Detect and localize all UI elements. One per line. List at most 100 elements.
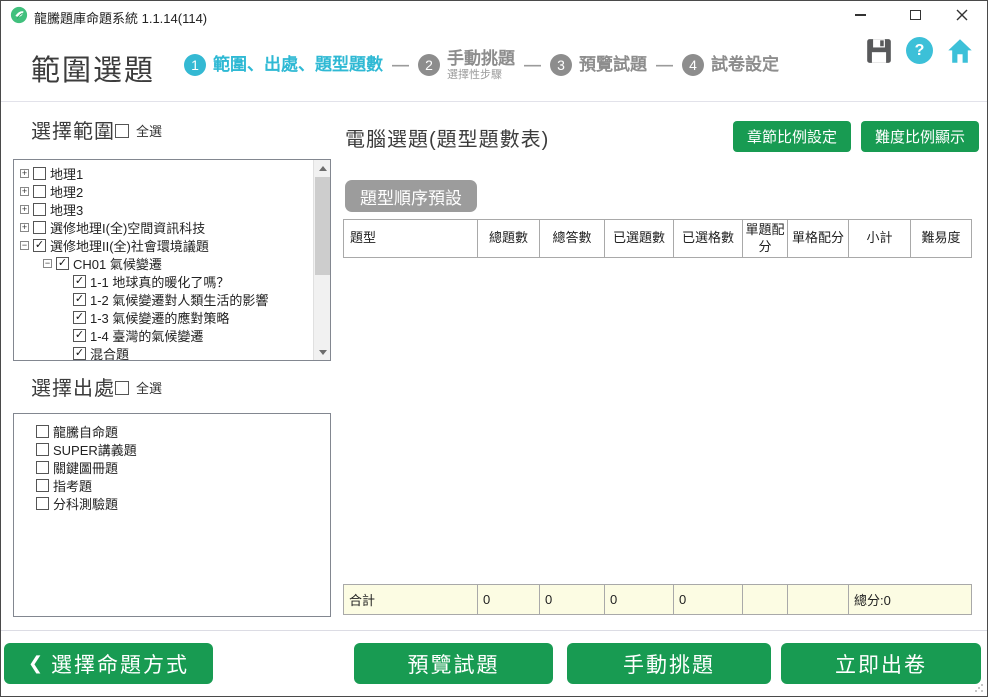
preview-questions-button[interactable]: 預覽試題 <box>354 643 553 684</box>
tree-item-checkbox[interactable] <box>33 203 46 216</box>
minimize-button[interactable] <box>843 1 877 29</box>
source-checkbox[interactable] <box>36 461 49 474</box>
col-question-type: 題型 <box>344 220 478 258</box>
computer-select-title: 電腦選題(題型題數表) <box>345 123 549 152</box>
totals-label: 合計 <box>344 585 478 615</box>
tree-scrollbar[interactable] <box>313 160 330 360</box>
range-section-title: 選擇範圍 <box>31 115 115 144</box>
step-4-number: 4 <box>682 54 704 76</box>
list-item[interactable]: 關鍵圖冊題 <box>14 458 330 476</box>
tree-item[interactable]: + 地理2 <box>14 182 330 200</box>
close-icon <box>956 9 968 21</box>
expand-toggle-icon[interactable]: − <box>43 259 52 268</box>
list-item[interactable]: 指考題 <box>14 476 330 494</box>
col-selected-questions: 已選題數 <box>605 220 674 258</box>
tree-item-checkbox[interactable]: ✓ <box>73 329 86 342</box>
range-select-all[interactable]: 全選 <box>115 121 162 140</box>
bottom-divider <box>1 630 987 631</box>
list-item[interactable]: 分科測驗題 <box>14 494 330 512</box>
back-to-mode-button[interactable]: ❮ 選擇命題方式 <box>4 643 213 684</box>
tree-item[interactable]: ✓ 1-2 氣候變遷對人類生活的影響 <box>14 290 330 308</box>
source-label: 指考題 <box>53 476 92 495</box>
step-2-manual-pick: 2 手動挑題 選擇性步驟 <box>418 49 515 81</box>
save-button[interactable] <box>866 38 892 64</box>
scroll-up-icon[interactable] <box>314 160 331 176</box>
list-item[interactable]: 龍騰自命題 <box>14 422 330 440</box>
tree-item-label: 混合題 <box>90 344 129 362</box>
tree-item[interactable]: ✓ 1-4 臺灣的氣候變遷 <box>14 326 330 344</box>
tree-item-checkbox[interactable]: ✓ <box>73 275 86 288</box>
tree-item-label: 地理3 <box>50 200 83 219</box>
source-section-title: 選擇出處 <box>31 372 115 401</box>
scroll-down-icon[interactable] <box>314 344 331 360</box>
totals-row-table: 合計 0 0 0 0 總分:0 <box>343 584 972 615</box>
page-title: 範圍選題 <box>31 47 155 89</box>
expand-toggle-icon[interactable]: − <box>20 241 29 250</box>
tree-item-checkbox[interactable] <box>33 221 46 234</box>
tree-item-checkbox[interactable] <box>33 167 46 180</box>
difficulty-ratio-button[interactable]: 難度比例顯示 <box>861 121 979 152</box>
range-tree: + 地理1 + 地理2 + 地理3 + 選修地理I(全)空間資訊科技 − ✓ 選… <box>13 159 331 361</box>
source-select-all-checkbox[interactable] <box>115 381 129 395</box>
total-score-value: 總分:0 <box>849 585 972 615</box>
tree-item[interactable]: − ✓ CH01 氣候變遷 <box>14 254 330 272</box>
source-select-all-label: 全選 <box>136 378 162 397</box>
expand-toggle-icon[interactable]: + <box>20 223 29 232</box>
manual-pick-button[interactable]: 手動挑題 <box>567 643 771 684</box>
wizard-stepper: 1 範圍、出處、題型題數 — 2 手動挑題 選擇性步驟 — 3 預覽試題 — 4… <box>184 43 779 87</box>
chapter-ratio-button[interactable]: 章節比例設定 <box>733 121 851 152</box>
home-button[interactable] <box>947 38 973 64</box>
maximize-button[interactable] <box>898 1 932 29</box>
tree-item[interactable]: ✓ 1-3 氣候變遷的應對策略 <box>14 308 330 326</box>
expand-toggle-icon[interactable]: + <box>20 169 29 178</box>
step-2-label: 手動挑題 <box>447 49 515 69</box>
tree-item[interactable]: + 地理1 <box>14 164 330 182</box>
app-logo-icon <box>10 6 28 24</box>
source-checkbox[interactable] <box>36 479 49 492</box>
source-checkbox[interactable] <box>36 425 49 438</box>
range-select-all-checkbox[interactable] <box>115 124 129 138</box>
resize-grip[interactable] <box>974 683 984 693</box>
app-window: 龍騰題庫命題系統 1.1.14(114) 範圍選題 1 範圍、出處、題型題數 —… <box>0 0 988 697</box>
tree-item-checkbox[interactable]: ✓ <box>73 347 86 360</box>
expand-toggle-icon[interactable]: + <box>20 205 29 214</box>
step-dash: — <box>656 55 673 75</box>
help-button[interactable]: ? <box>906 37 933 64</box>
header-divider <box>1 101 987 102</box>
window-title: 龍騰題庫命題系統 1.1.14(114) <box>34 8 207 27</box>
question-type-table: 題型 總題數 總答數 已選題數 已選格數 單題配分 單格配分 小計 難易度 <box>343 219 972 258</box>
source-label: 關鍵圖冊題 <box>53 458 118 477</box>
tree-item-checkbox[interactable]: ✓ <box>73 311 86 324</box>
question-order-preset-button[interactable]: 題型順序預設 <box>345 180 477 212</box>
tree-item[interactable]: ✓ 混合題 <box>14 344 330 361</box>
tree-item-label: 地理2 <box>50 182 83 201</box>
close-button[interactable] <box>945 1 979 29</box>
step-3-preview: 3 預覽試題 <box>550 54 647 76</box>
list-item[interactable]: SUPER講義題 <box>14 440 330 458</box>
expand-toggle-icon[interactable]: + <box>20 187 29 196</box>
tree-item-label: 1-4 臺灣的氣候變遷 <box>90 326 203 345</box>
step-2-number: 2 <box>418 54 440 76</box>
tree-item-checkbox[interactable]: ✓ <box>73 293 86 306</box>
tree-item[interactable]: + 地理3 <box>14 200 330 218</box>
step-2-sublabel: 選擇性步驟 <box>447 69 515 81</box>
tree-item-checkbox[interactable]: ✓ <box>56 257 69 270</box>
col-points-per-cell: 單格配分 <box>788 220 849 258</box>
tree-item[interactable]: + 選修地理I(全)空間資訊科技 <box>14 218 330 236</box>
tree-item[interactable]: ✓ 1-1 地球真的暖化了嗎？ <box>14 272 330 290</box>
points-per-cell-value <box>788 585 849 615</box>
source-checkbox[interactable] <box>36 497 49 510</box>
total-answers-value: 0 <box>540 585 605 615</box>
generate-paper-button[interactable]: 立即出卷 <box>781 643 981 684</box>
source-checkbox[interactable] <box>36 443 49 456</box>
tree-item-label: 1-1 地球真的暖化了嗎？ <box>90 272 229 291</box>
points-per-question-value <box>743 585 788 615</box>
tree-item[interactable]: − ✓ 選修地理II(全)社會環境議題 <box>14 236 330 254</box>
scrollbar-thumb[interactable] <box>315 177 330 275</box>
minimize-icon <box>855 14 866 16</box>
tree-item-checkbox[interactable] <box>33 185 46 198</box>
tree-item-label: 1-2 氣候變遷對人類生活的影響 <box>90 290 268 309</box>
tree-item-label: 選修地理I(全)空間資訊科技 <box>50 218 205 237</box>
tree-item-checkbox[interactable]: ✓ <box>33 239 46 252</box>
source-select-all[interactable]: 全選 <box>115 378 162 397</box>
